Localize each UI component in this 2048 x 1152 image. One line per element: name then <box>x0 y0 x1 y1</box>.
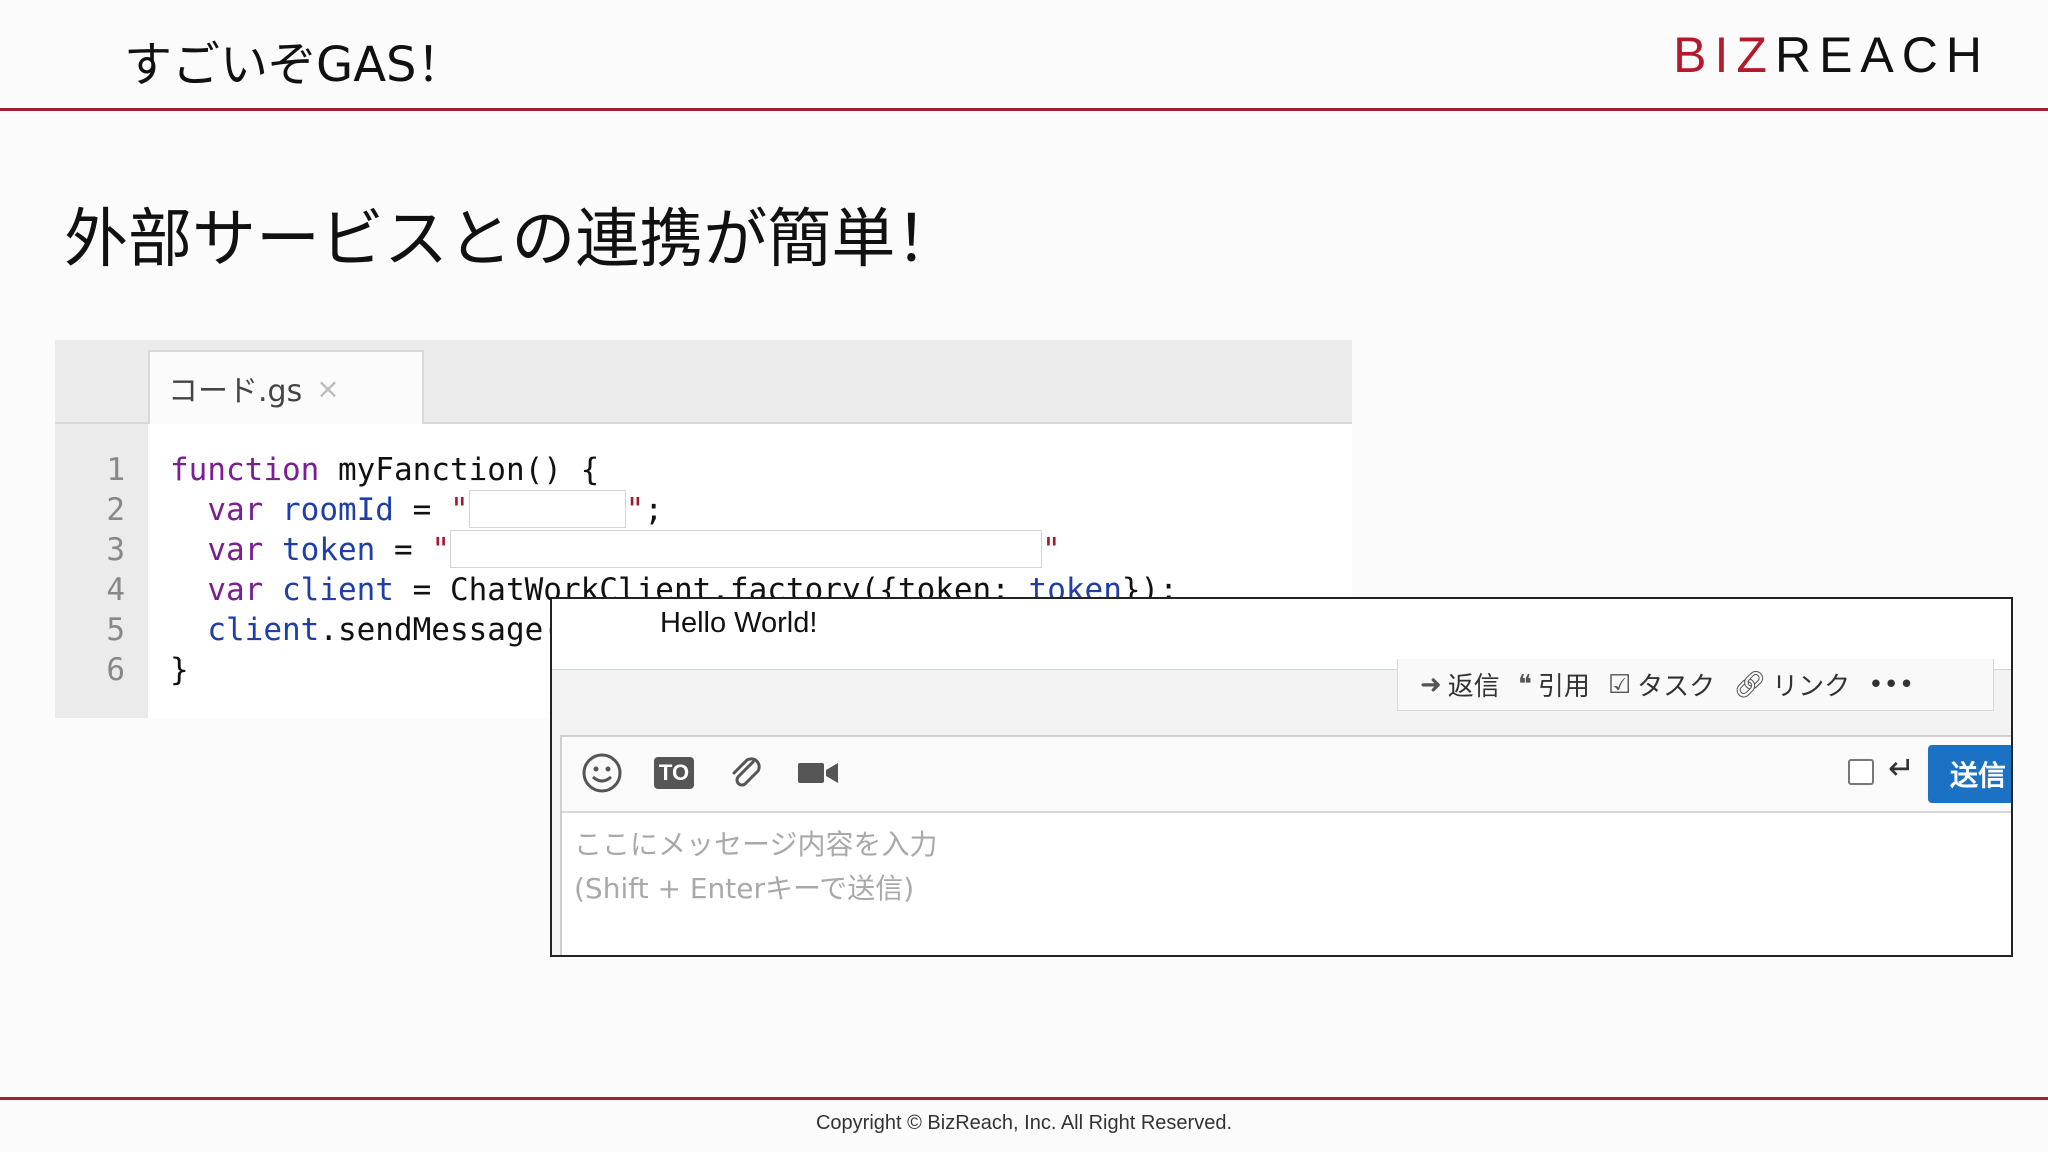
code-line-1: function myFanction() { <box>170 452 600 488</box>
paperclip-icon[interactable] <box>724 751 768 795</box>
line-number: 1 <box>106 452 125 488</box>
chatwork-panel: Hello World! ➜ 返信 ❝ 引用 ☑ タスク 🔗︎ リンク ••• <box>550 597 2013 957</box>
more-button[interactable]: ••• <box>1868 670 1914 700</box>
code-line-2: var roomId = " "; <box>170 490 663 528</box>
send-button[interactable]: 送信 <box>1928 745 2011 803</box>
enter-key-icon: ↵ <box>1888 749 1915 787</box>
message-text: Hello World! <box>660 607 818 639</box>
emoji-icon[interactable] <box>580 751 624 795</box>
placeholder-line-2: (Shift + Enterキーで送信) <box>574 872 915 905</box>
task-check-icon: ☑ <box>1607 669 1632 700</box>
link-icon: 🔗︎ <box>1733 669 1767 700</box>
send-on-enter-checkbox[interactable] <box>1848 759 1874 785</box>
to-mention-button[interactable]: TO <box>652 751 696 795</box>
code-line-6: } <box>170 652 189 688</box>
line-number: 2 <box>106 492 125 528</box>
video-camera-icon[interactable] <box>796 751 840 795</box>
file-tab-label: コード.gs <box>168 374 303 409</box>
header-divider <box>0 108 2048 111</box>
file-tab[interactable]: コード.gs × <box>148 350 424 424</box>
message-action-bar: ➜ 返信 ❝ 引用 ☑ タスク 🔗︎ リンク ••• <box>1397 659 1994 711</box>
reply-button[interactable]: ➜ 返信 <box>1420 666 1500 703</box>
line-number: 4 <box>106 572 125 608</box>
code-line-5: client.sendMessage( <box>170 612 562 648</box>
close-icon[interactable]: × <box>316 372 339 405</box>
bizreach-logo: BIZREACH <box>1673 27 1990 83</box>
quote-button[interactable]: ❝ 引用 <box>1518 666 1590 703</box>
redacted-token <box>449 530 1042 568</box>
line-number: 5 <box>106 612 125 648</box>
message-composer: TO ↵ 送信 ここにメッセージ内容を入力 (Shift + Enterキーで送… <box>560 735 2011 955</box>
more-icon: ••• <box>1868 669 1915 700</box>
slide-title: すごいぞGAS！ <box>124 37 465 93</box>
composer-toolbar: TO ↵ 送信 <box>562 737 2011 813</box>
reply-arrow-icon: ➜ <box>1420 669 1442 700</box>
link-button[interactable]: 🔗︎ リンク <box>1733 666 1850 703</box>
line-number: 3 <box>106 532 125 568</box>
task-button[interactable]: ☑ タスク <box>1608 666 1715 703</box>
copyright-text: Copyright © BizReach, Inc. All Right Res… <box>815 1112 1233 1134</box>
placeholder-line-1: ここにメッセージ内容を入力 <box>574 828 938 861</box>
redacted-room-id <box>468 490 626 528</box>
slide-subheading: 外部サービスとの連携が簡単！ <box>64 203 960 277</box>
code-line-3: var token = " " <box>170 530 1061 568</box>
line-number: 6 <box>106 652 125 688</box>
quote-icon: ❝ <box>1517 669 1532 700</box>
message-input[interactable]: ここにメッセージ内容を入力 (Shift + Enterキーで送信) <box>574 823 937 911</box>
footer-divider <box>0 1097 2048 1100</box>
